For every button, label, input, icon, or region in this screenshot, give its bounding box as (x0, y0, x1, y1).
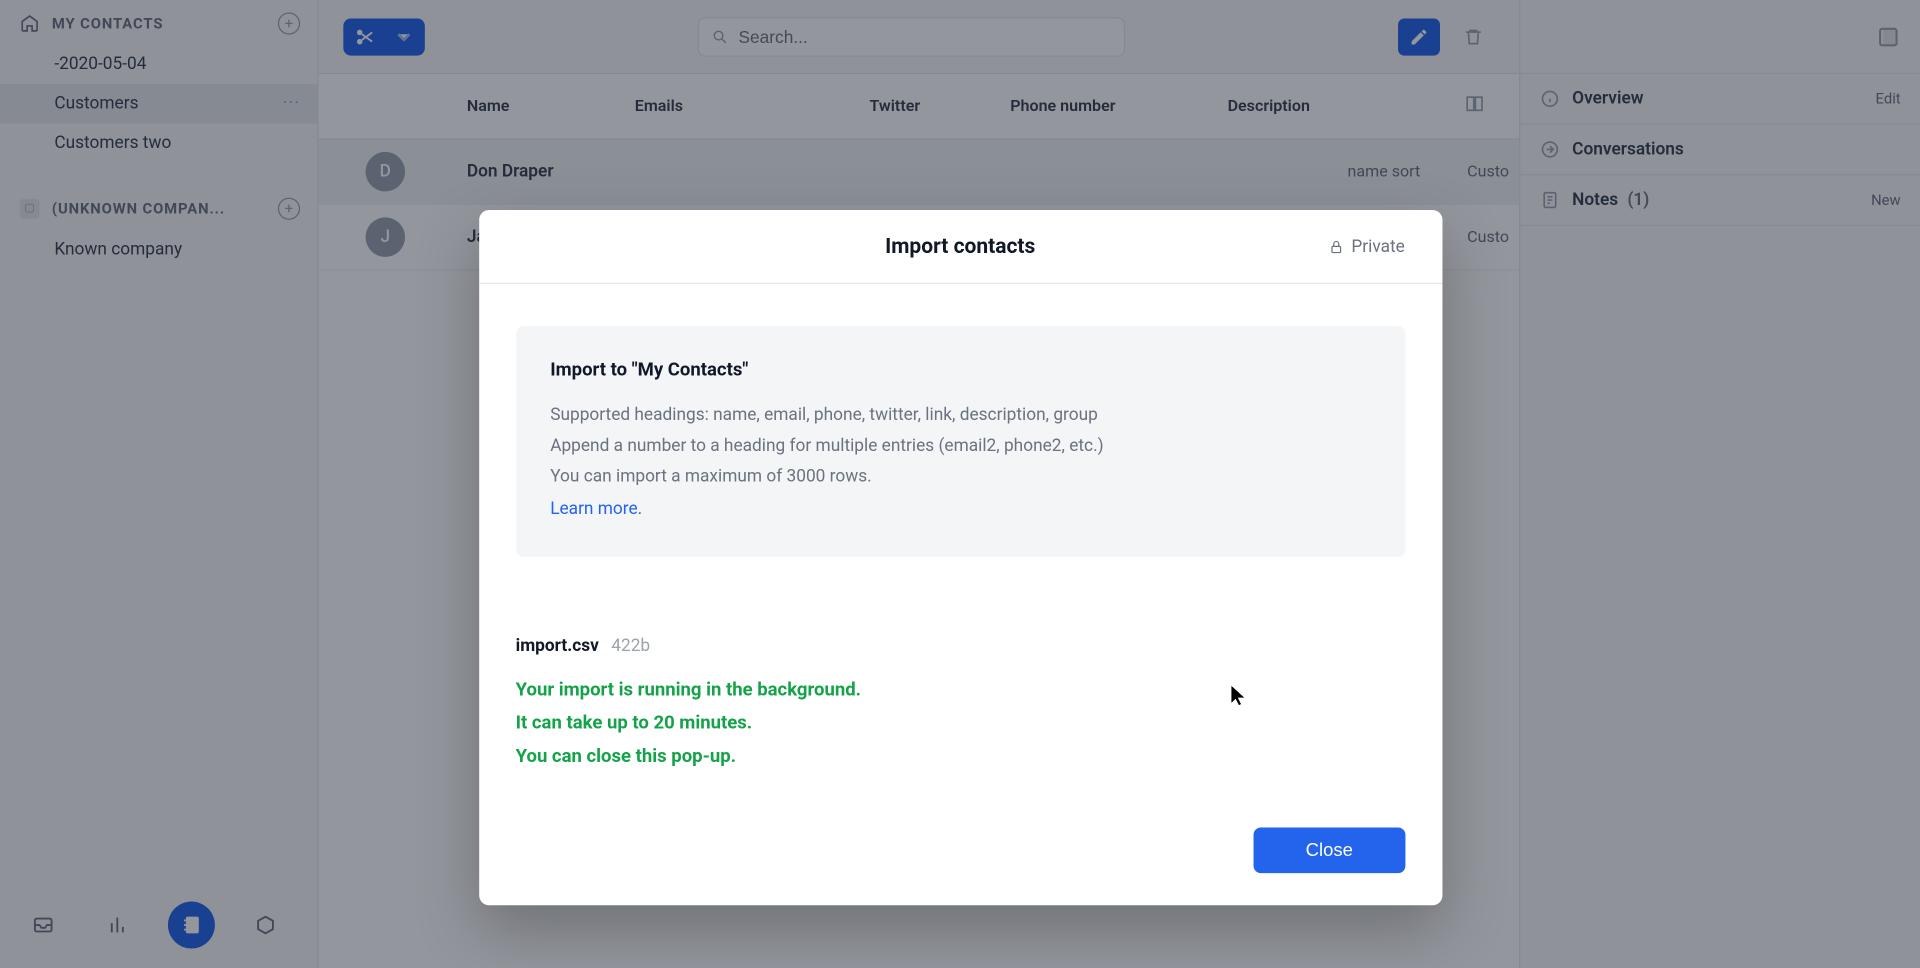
modal-title: Import contacts (885, 234, 1035, 259)
file-info: import.csv 422b (516, 636, 1405, 656)
status-messages: Your import is running in the background… (516, 673, 1405, 773)
modal-header: Import contacts Private (479, 210, 1442, 284)
modal-overlay: Import contacts Private Import to "My Co… (0, 0, 1920, 968)
learn-more-link[interactable]: Learn more. (550, 498, 642, 518)
info-box: Import to "My Contacts" Supported headin… (516, 326, 1405, 557)
info-title: Import to "My Contacts" (550, 358, 1370, 380)
lock-icon (1329, 239, 1344, 254)
info-text: Supported headings: name, email, phone, … (550, 400, 1370, 524)
file-size: 422b (611, 636, 650, 656)
import-modal: Import contacts Private Import to "My Co… (479, 210, 1442, 905)
file-name: import.csv (516, 636, 599, 656)
modal-body: Import to "My Contacts" Supported headin… (479, 284, 1442, 905)
modal-footer: Close (516, 773, 1405, 873)
close-button[interactable]: Close (1254, 827, 1405, 873)
private-label: Private (1351, 237, 1404, 257)
private-tag: Private (1329, 237, 1405, 257)
